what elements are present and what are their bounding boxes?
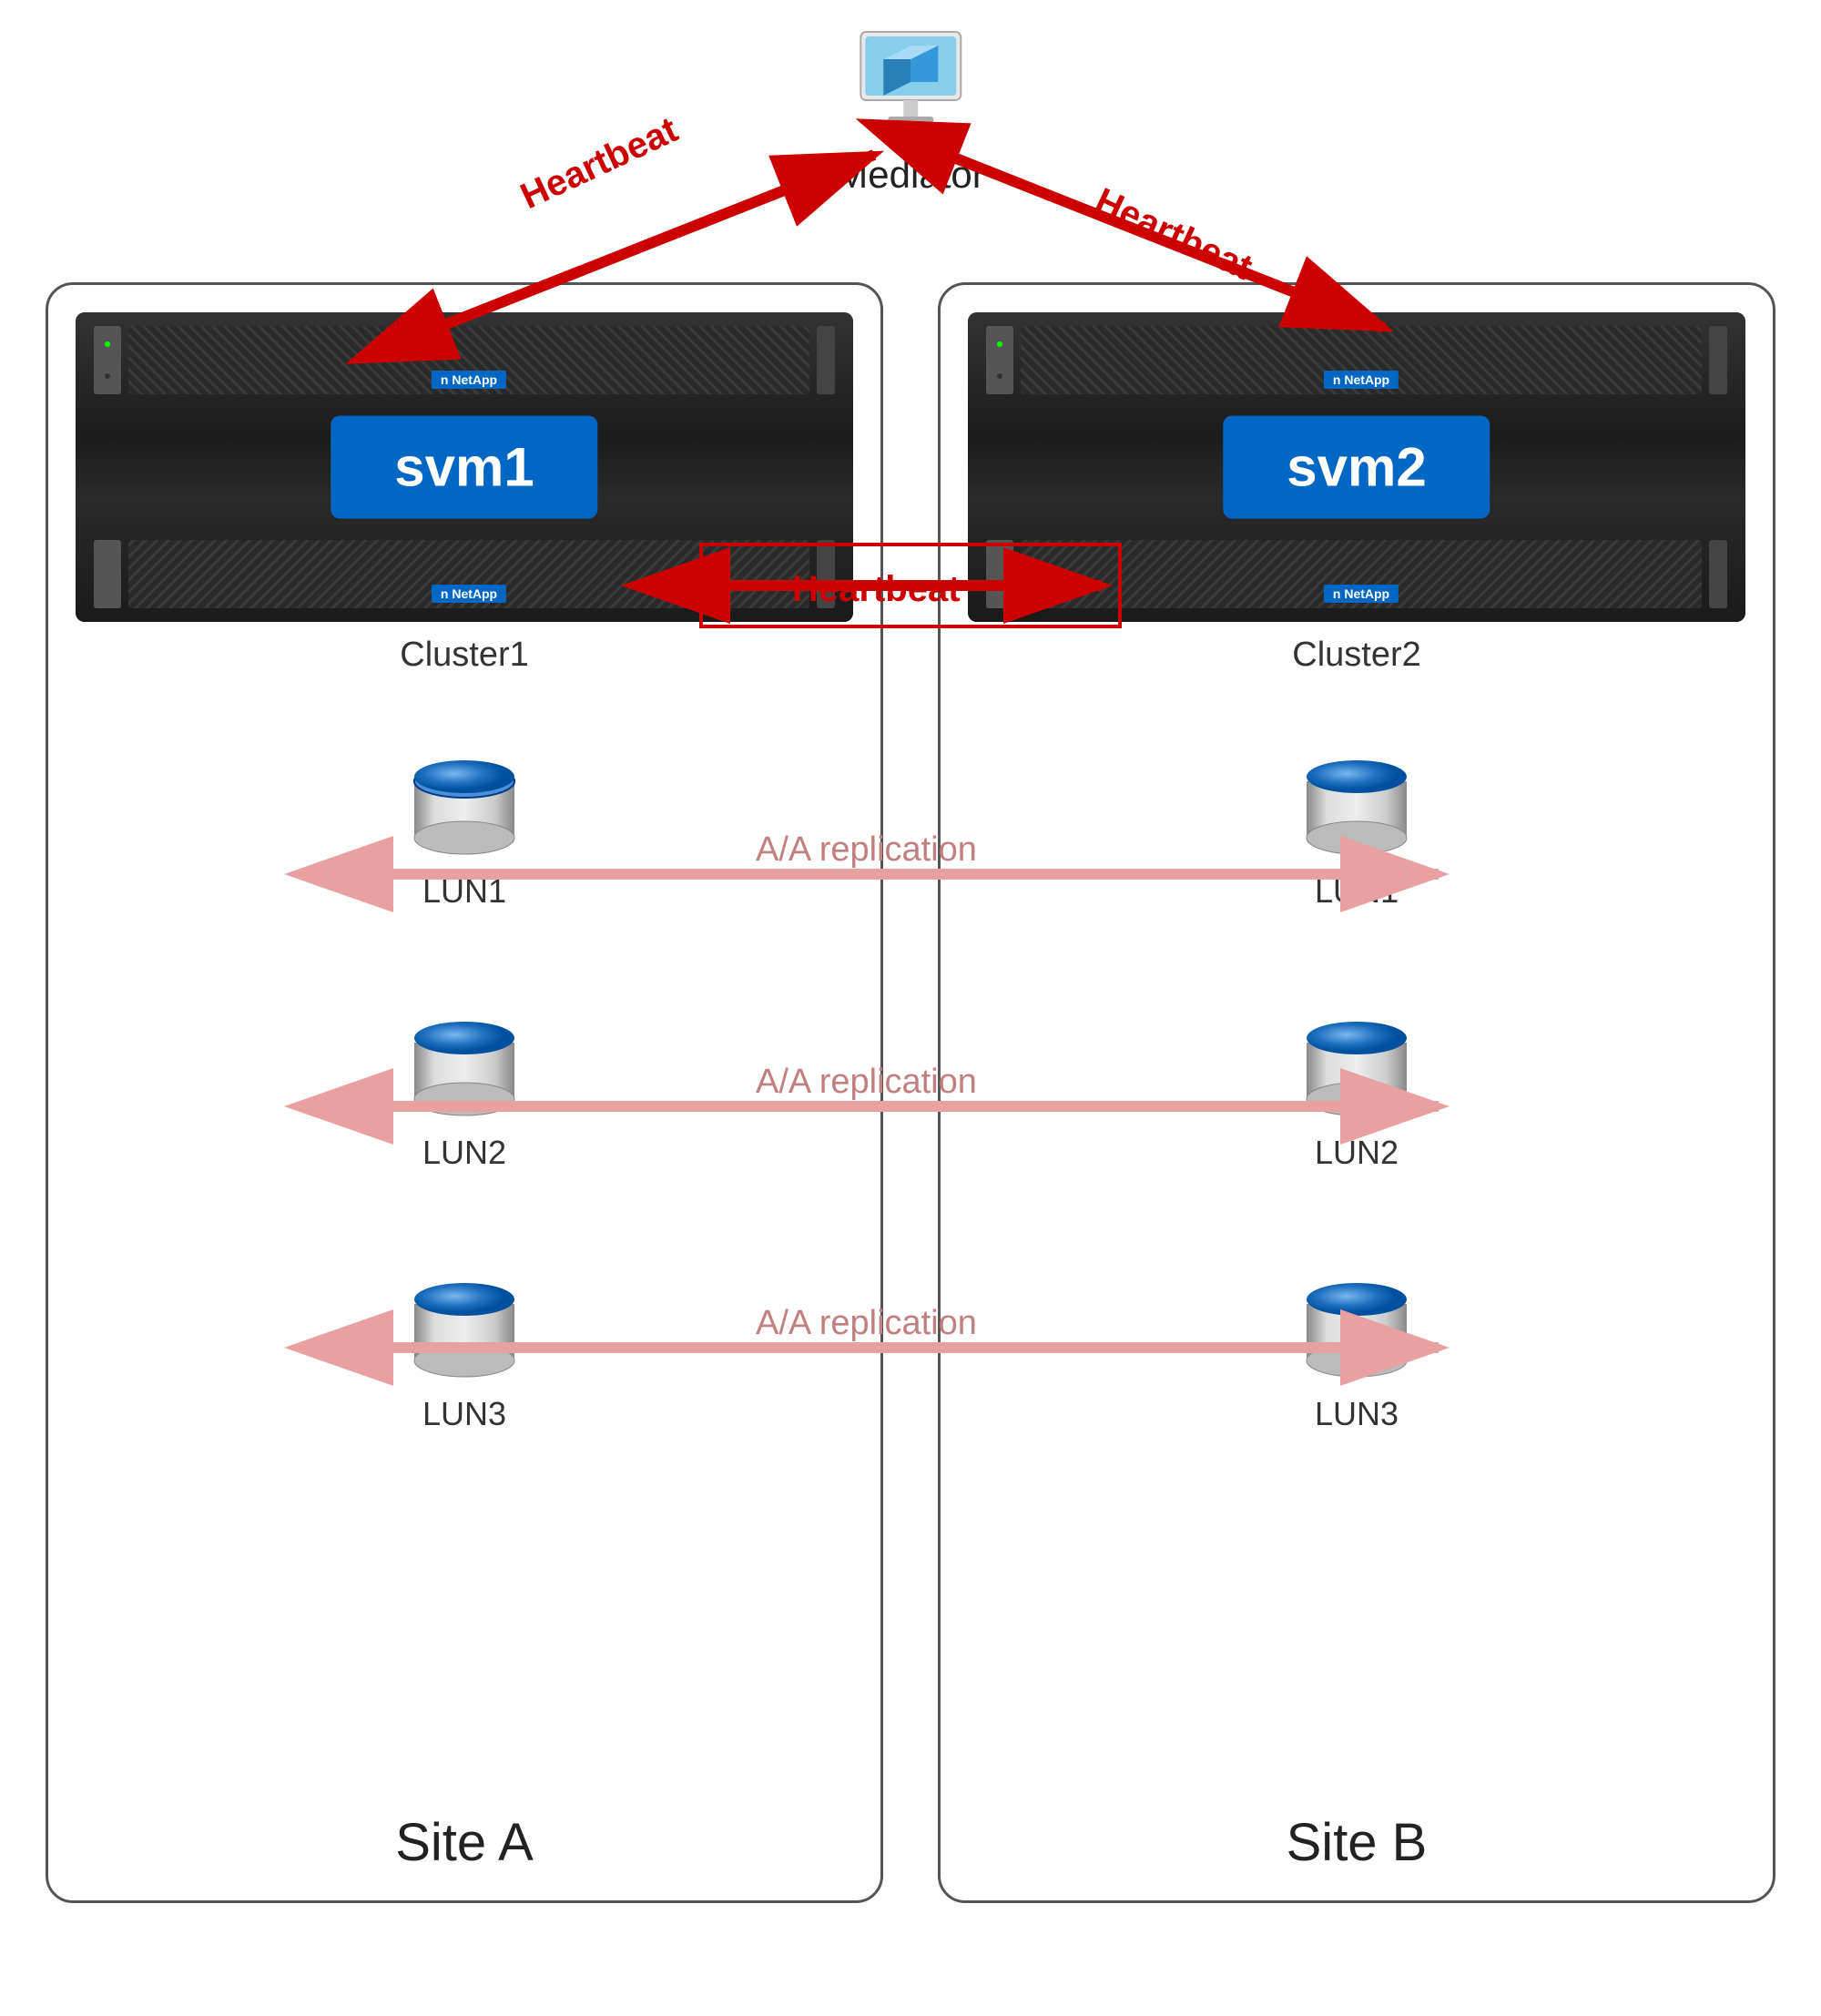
- lun1-a-icon: [405, 759, 524, 859]
- lun2-b-label: LUN2: [1315, 1134, 1399, 1172]
- heartbeat-right-label: Heartbeat: [1089, 180, 1258, 288]
- lun3-b-label: LUN3: [1315, 1395, 1399, 1433]
- mediator-icon: [847, 27, 974, 146]
- cluster1-image: n NetApp svm1 n NetApp: [76, 312, 853, 622]
- cluster1-label: Cluster1: [76, 636, 853, 675]
- lun1-b-icon: [1297, 759, 1416, 859]
- lun3-a-icon: [405, 1281, 524, 1381]
- lun-item-b2: LUN2: [1297, 1020, 1416, 1172]
- mediator-section: Mediator: [836, 27, 984, 197]
- svm2-badge: svm2: [1223, 416, 1490, 519]
- heartbeat-left-label: Heartbeat: [514, 109, 684, 217]
- cluster2-section: n NetApp svm2 n NetApp: [968, 312, 1745, 695]
- lun2-a-icon: [405, 1020, 524, 1120]
- cluster2-image: n NetApp svm2 n NetApp: [968, 312, 1745, 622]
- lun-item-a1: LUN1: [405, 759, 524, 911]
- site-a-label: Site A: [48, 1812, 880, 1873]
- lun-item-b1: LUN1: [1297, 759, 1416, 911]
- lun-item-a2: LUN2: [405, 1020, 524, 1172]
- lun1-a-label: LUN1: [422, 872, 506, 911]
- sites-row: n NetApp svm1 n NetApp: [46, 282, 1775, 1903]
- cluster2-label: Cluster2: [968, 636, 1745, 675]
- lun2-b-icon: [1297, 1020, 1416, 1120]
- storage-unit-2: n NetApp svm2 n NetApp: [968, 312, 1745, 622]
- main-diagram: Mediator Heartbeat Heartbeat: [0, 0, 1821, 2016]
- site-b-box: n NetApp svm2 n NetApp: [938, 282, 1775, 1903]
- site-a-luns: LUN1: [48, 731, 880, 1461]
- mediator-label: Mediator: [836, 153, 984, 197]
- lun1-b-label: LUN1: [1315, 872, 1399, 911]
- lun-item-a3: LUN3: [405, 1281, 524, 1433]
- lun-item-b3: LUN3: [1297, 1281, 1416, 1433]
- lun3-b-icon: [1297, 1281, 1416, 1381]
- cluster1-section: n NetApp svm1 n NetApp: [76, 312, 853, 695]
- site-b-label: Site B: [941, 1812, 1773, 1873]
- lun3-a-label: LUN3: [422, 1395, 506, 1433]
- lun2-a-label: LUN2: [422, 1134, 506, 1172]
- site-a-box: n NetApp svm1 n NetApp: [46, 282, 883, 1903]
- svm1-badge: svm1: [331, 416, 597, 519]
- storage-unit-1: n NetApp svm1 n NetApp: [76, 312, 853, 622]
- site-b-luns: LUN1: [941, 731, 1773, 1461]
